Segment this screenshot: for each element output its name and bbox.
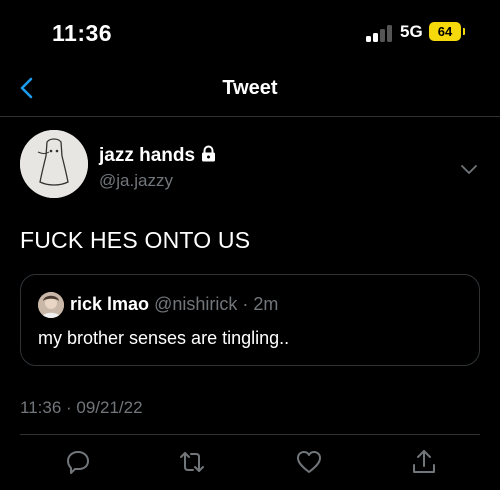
battery-icon: 64 — [429, 22, 461, 41]
divider — [20, 434, 480, 435]
chevron-down-icon[interactable] — [458, 158, 480, 180]
avatar[interactable] — [20, 130, 88, 198]
retweet-icon[interactable] — [178, 448, 206, 476]
tweet-text: FUCK HES ONTO US — [20, 227, 251, 253]
status-bar: 11:36 5G 64 — [0, 0, 500, 62]
quote-avatar — [38, 292, 64, 318]
quote-display-name: rick lmao — [70, 294, 150, 314]
signal-icon — [366, 24, 394, 42]
battery-tip — [463, 28, 465, 35]
author-name-row: jazz hands — [99, 145, 216, 167]
share-icon[interactable] — [410, 448, 438, 476]
author-handle[interactable]: @ja.jazzy — [99, 171, 173, 191]
quote-header: rick lmao @nishirick · 2m — [70, 294, 278, 315]
nav-header: Tweet — [0, 62, 500, 117]
like-icon[interactable] — [295, 448, 323, 476]
page-title: Tweet — [222, 77, 278, 99]
tweet-timestamp: 11:36 · 09/21/22 — [20, 398, 143, 417]
display-name[interactable]: jazz hands — [99, 145, 195, 167]
quote-handle: @nishirick — [154, 294, 238, 314]
reply-icon[interactable] — [64, 448, 92, 476]
status-time: 11:36 — [52, 20, 113, 46]
network-type: 5G — [400, 22, 423, 41]
quote-time: · 2m — [242, 294, 279, 314]
quote-tweet-card[interactable]: rick lmao @nishirick · 2m my brother sen… — [20, 274, 480, 366]
lock-icon — [201, 145, 216, 167]
quote-text: my brother senses are tingling.. — [38, 328, 290, 348]
